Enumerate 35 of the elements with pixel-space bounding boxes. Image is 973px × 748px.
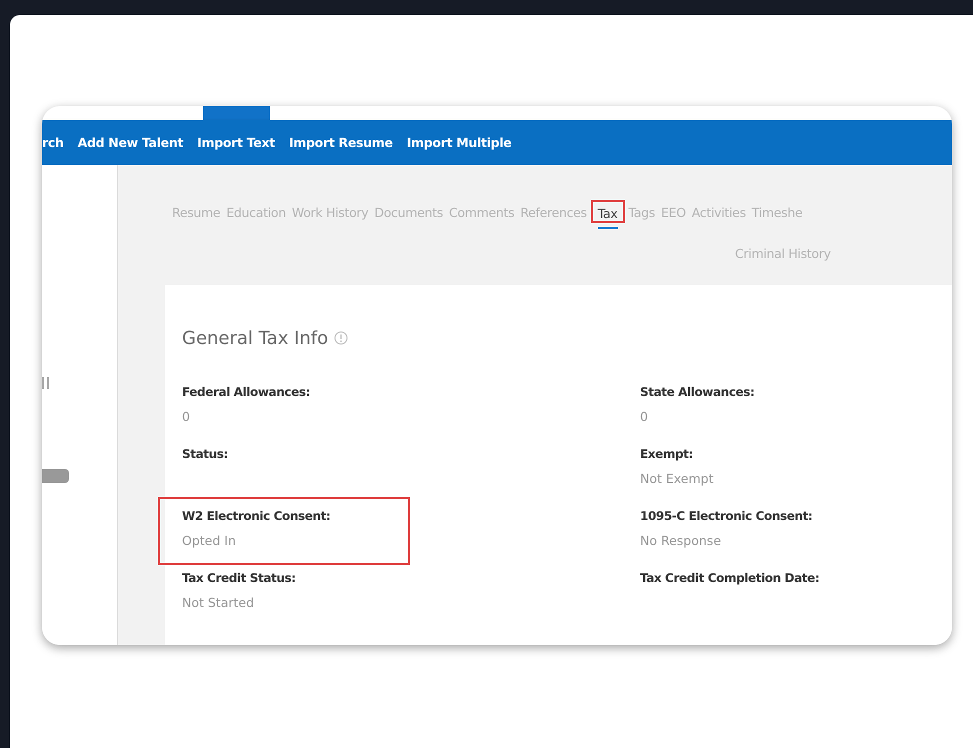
nav-link[interactable]: Add New Talent [78,135,184,150]
field-label: 1095-C Electronic Consent: [640,509,814,523]
tab[interactable]: Timeshe [752,199,802,228]
info-icon [334,331,348,345]
nav-link[interactable]: Import Resume [288,135,393,150]
tab[interactable]: Education [226,199,286,228]
pill-icon [42,469,69,483]
field-label: Tax Credit Completion Date: [640,571,820,585]
tab[interactable]: Comments [448,199,514,228]
tab[interactable]: EEO [661,199,686,228]
nav-link[interactable]: Import Multiple [406,135,512,150]
field-label: Status: [182,447,229,461]
field-value: No Response [640,533,722,549]
tab[interactable]: Tax [598,200,618,229]
field-value: 0 [640,409,649,425]
bars-icon [42,377,49,389]
tab[interactable]: Criminal History [735,246,831,269]
field-value: Not Exempt [640,471,714,487]
field-label: Tax Credit Status: [182,571,297,585]
tab[interactable]: Resume [172,199,220,228]
tab[interactable]: References [520,199,587,228]
field-value: Not Started [182,595,256,611]
panel-title: General Tax Info [182,328,328,348]
field-label: Federal Allowances: [182,385,311,399]
tab[interactable]: Work History [292,199,368,228]
field-label: W2 Electronic Consent: [182,509,332,523]
tab[interactable]: Documents [374,199,443,228]
field-value: Opted In [182,533,237,549]
field-value: 0 [182,409,191,425]
tab[interactable]: Activities [692,199,746,228]
field-label: Exempt: [640,447,694,461]
field-label: State Allowances: [640,385,756,399]
tab[interactable]: Tags [628,199,655,228]
nav-link[interactable]: Import Text [197,135,275,150]
nav-link[interactable]: rch [42,135,64,150]
